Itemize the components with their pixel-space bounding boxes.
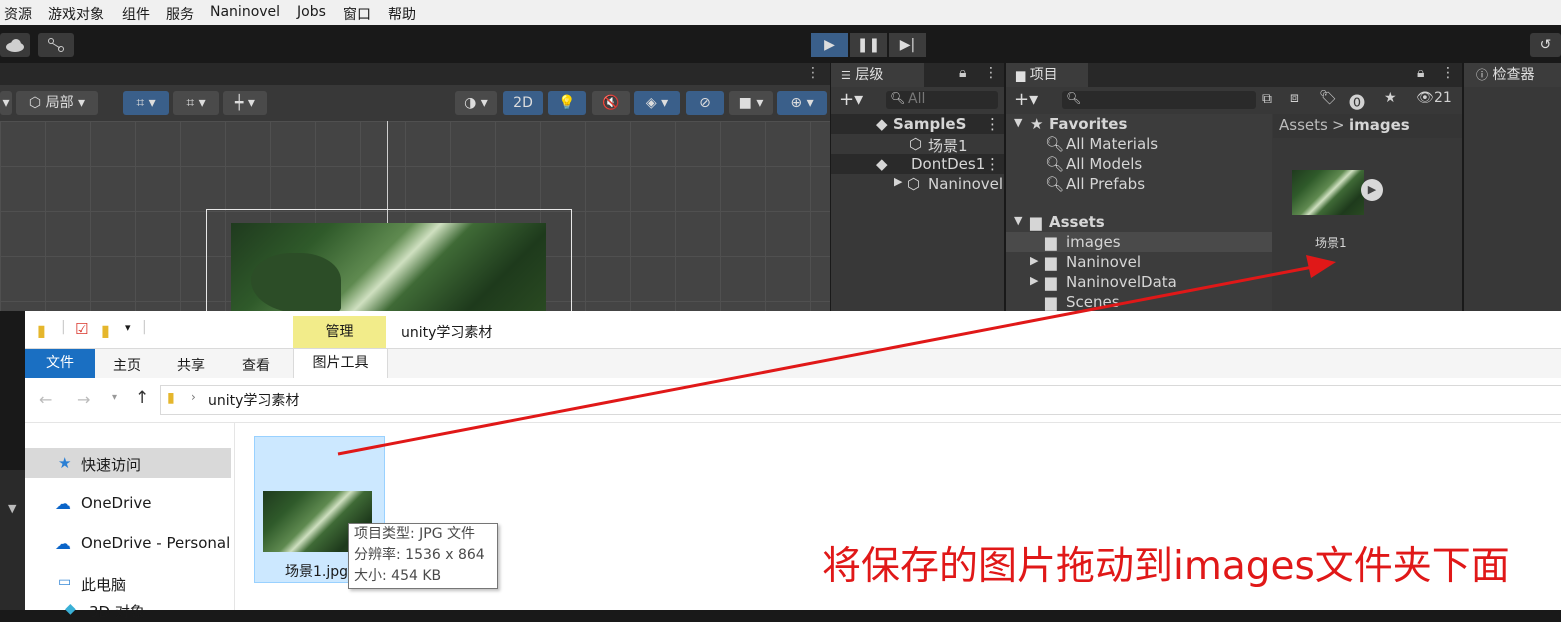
drag-arrow-annotation [337, 255, 1336, 456]
annotation-text: 将保存的图片拖动到images文件夹下面 [822, 544, 1510, 589]
